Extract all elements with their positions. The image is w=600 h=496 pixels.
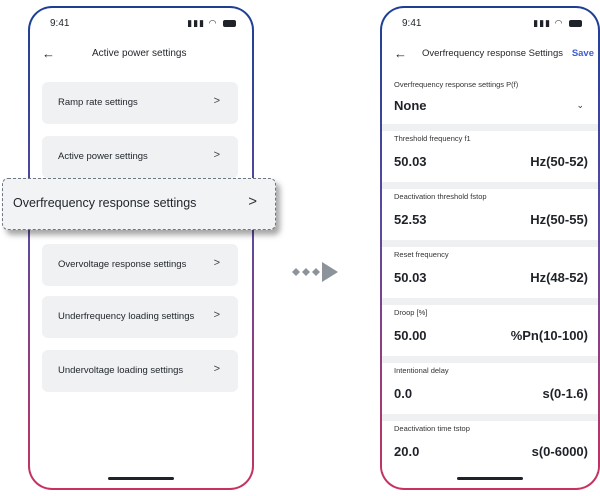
- menu-item-label: Ramp rate settings: [58, 97, 138, 108]
- save-button[interactable]: Save: [572, 48, 594, 59]
- menu-item-label: Overfrequency response settings: [13, 196, 197, 210]
- chevron-right-icon: >: [213, 149, 220, 161]
- droop-field[interactable]: Droop [%] 50.00 %Pn(10-100): [382, 308, 598, 356]
- field-range: s(0-1.6): [542, 386, 588, 401]
- divider: [382, 414, 598, 421]
- deactivation-time-field[interactable]: Deactivation time tstop 20.0 s(0-6000): [382, 424, 598, 472]
- status-icons: ▮▮▮ ◠: [187, 18, 236, 29]
- home-indicator: [457, 477, 523, 480]
- signal-icon: ▮▮▮: [533, 18, 552, 28]
- field-label: Intentional delay: [394, 366, 449, 375]
- field-label: Overfrequency response settings P(f): [394, 80, 519, 89]
- field-value[interactable]: 50.00: [394, 328, 427, 343]
- menu-item-overvoltage[interactable]: Overvoltage response settings >: [42, 244, 238, 286]
- field-label: Deactivation threshold fstop: [394, 192, 487, 201]
- menu-item-underfrequency[interactable]: Underfrequency loading settings >: [42, 296, 238, 338]
- field-value[interactable]: 52.53: [394, 212, 427, 227]
- wifi-icon: ◠: [208, 18, 218, 28]
- status-time: 9:41: [50, 18, 70, 29]
- chevron-right-icon: >: [213, 95, 220, 107]
- field-value[interactable]: 0.0: [394, 386, 412, 401]
- menu-item-label: Overvoltage response settings: [58, 259, 187, 270]
- page-title: Active power settings: [92, 48, 187, 59]
- status-icons: ▮▮▮ ◠: [533, 18, 582, 29]
- field-label: Droop [%]: [394, 308, 428, 317]
- back-arrow-icon[interactable]: ←: [394, 46, 407, 61]
- nav-bar: ← Overfrequency response Settings Save: [382, 44, 598, 66]
- transition-arrow-icon: [292, 262, 338, 282]
- signal-icon: ▮▮▮: [187, 18, 206, 28]
- left-phone-screen: 9:41 ▮▮▮ ◠ ← Active power settings Ramp …: [28, 6, 254, 490]
- menu-item-label: Active power settings: [58, 151, 148, 162]
- chevron-right-icon: >: [213, 363, 220, 375]
- intentional-delay-field[interactable]: Intentional delay 0.0 s(0-1.6): [382, 366, 598, 414]
- status-time: 9:41: [402, 18, 422, 29]
- divider: [382, 356, 598, 363]
- field-label: Threshold frequency f1: [394, 134, 471, 143]
- menu-item-overfrequency-highlighted[interactable]: Overfrequency response settings >: [2, 178, 276, 230]
- divider: [382, 124, 598, 131]
- page-title: Overfrequency response Settings: [422, 48, 563, 59]
- field-range: s(0-6000): [531, 444, 588, 459]
- right-phone-screen: 9:41 ▮▮▮ ◠ ← Overfrequency response Sett…: [380, 6, 600, 490]
- battery-icon: [223, 20, 236, 28]
- mode-value: None: [394, 98, 427, 113]
- menu-item-label: Undervoltage loading settings: [58, 365, 184, 376]
- field-range: Hz(48-52): [530, 270, 588, 285]
- back-arrow-icon[interactable]: ←: [42, 46, 55, 61]
- menu-item-label: Underfrequency loading settings: [58, 311, 195, 322]
- divider: [382, 240, 598, 247]
- reset-frequency-field[interactable]: Reset frequency 50.03 Hz(48-52): [382, 250, 598, 298]
- chevron-right-icon: >: [213, 257, 220, 269]
- chevron-right-icon: >: [213, 309, 220, 321]
- deactivation-threshold-field[interactable]: Deactivation threshold fstop 52.53 Hz(50…: [382, 192, 598, 240]
- threshold-frequency-field[interactable]: Threshold frequency f1 50.03 Hz(50-52): [382, 134, 598, 182]
- nav-bar: ← Active power settings: [30, 44, 252, 66]
- field-range: Hz(50-52): [530, 154, 588, 169]
- chevron-right-icon: >: [248, 193, 257, 210]
- home-indicator: [108, 477, 174, 480]
- status-bar: 9:41 ▮▮▮ ◠: [398, 18, 584, 32]
- field-value[interactable]: 50.03: [394, 154, 427, 169]
- mode-select[interactable]: Overfrequency response settings P(f) Non…: [382, 80, 598, 124]
- status-bar: 9:41 ▮▮▮ ◠: [46, 18, 238, 32]
- battery-icon: [569, 20, 582, 28]
- field-value[interactable]: 20.0: [394, 444, 419, 459]
- menu-item-ramp-rate[interactable]: Ramp rate settings >: [42, 82, 238, 124]
- field-label: Deactivation time tstop: [394, 424, 470, 433]
- menu-item-undervoltage[interactable]: Undervoltage loading settings >: [42, 350, 238, 392]
- chevron-down-icon: ⌄: [576, 100, 584, 110]
- field-range: Hz(50-55): [530, 212, 588, 227]
- menu-item-active-power[interactable]: Active power settings >: [42, 136, 238, 178]
- field-label: Reset frequency: [394, 250, 449, 259]
- divider: [382, 182, 598, 189]
- wifi-icon: ◠: [554, 18, 564, 28]
- field-range: %Pn(10-100): [510, 328, 588, 343]
- field-value[interactable]: 50.03: [394, 270, 427, 285]
- divider: [382, 298, 598, 305]
